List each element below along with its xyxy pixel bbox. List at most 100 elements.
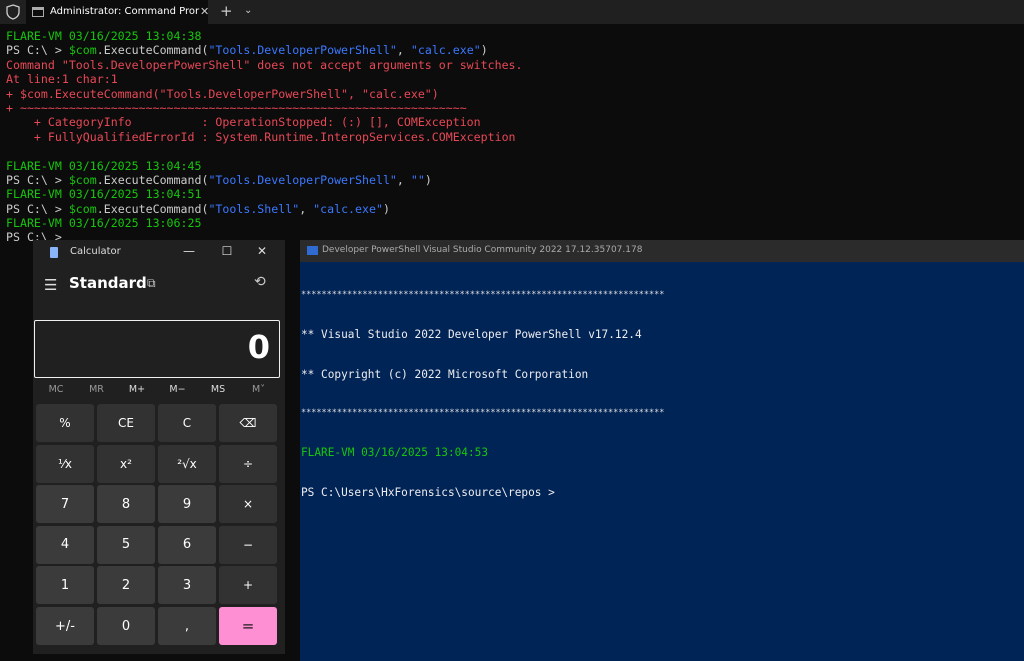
comma: , <box>396 172 411 187</box>
memory-button[interactable]: M− <box>158 384 198 395</box>
variable: $com <box>68 172 97 187</box>
calc-key[interactable]: % <box>36 404 94 442</box>
comma: , <box>299 201 314 216</box>
calc-key[interactable]: +/- <box>36 607 94 645</box>
string-arg: "" <box>410 172 425 187</box>
calculator-mode: Standard <box>69 274 147 292</box>
tab-dropdown-button[interactable]: ⌄ <box>244 5 252 16</box>
calc-key[interactable]: ⅟x <box>36 444 94 483</box>
prompt-timestamp: FLARE-VM 03/16/2025 13:04:51 <box>6 187 202 202</box>
memory-button[interactable]: MR <box>77 384 117 395</box>
tab-close-button[interactable]: ✕ <box>200 0 216 24</box>
history-icon[interactable]: ⟲ <box>254 274 266 290</box>
calc-key[interactable]: ²√x <box>158 444 216 483</box>
window-titlebar[interactable]: Developer PowerShell Visual Studio Commu… <box>300 240 1024 262</box>
hamburger-menu-icon[interactable]: ☰ <box>44 276 57 294</box>
minimize-button[interactable]: — <box>179 244 199 258</box>
calc-key[interactable]: 8 <box>97 485 155 524</box>
paren: ) <box>480 43 488 58</box>
paren: ) <box>424 172 432 187</box>
terminal-line: PS C:\ > $com.ExecuteCommand("Tools.Deve… <box>6 173 523 187</box>
comma: , <box>396 43 411 58</box>
prompt-timestamp: FLARE-VM 03/16/2025 13:04:45 <box>6 158 202 173</box>
calc-key[interactable]: + <box>219 566 277 605</box>
terminal-line: + $com.ExecuteCommand("Tools.DeveloperPo… <box>6 87 523 101</box>
calculator-titlebar[interactable]: Calculator — ☐ ✕ <box>33 240 285 266</box>
banner-line: ** Copyright (c) 2022 Microsoft Corporat… <box>301 367 589 381</box>
calc-key[interactable]: 9 <box>158 485 216 524</box>
powershell-icon <box>307 246 318 255</box>
calc-key[interactable]: 2 <box>97 566 155 605</box>
maximize-button[interactable]: ☐ <box>217 244 237 258</box>
tab-command-prompt[interactable]: Administrator: Command Pror <box>26 0 208 24</box>
terminal-tabbar: Administrator: Command Pror ✕ + ⌄ <box>0 0 1024 24</box>
variable: $com <box>68 43 97 58</box>
calc-key[interactable]: 5 <box>97 525 155 564</box>
new-tab-button[interactable]: + <box>220 2 233 20</box>
method: .ExecuteCommand( <box>96 43 209 58</box>
calc-key[interactable]: , <box>158 607 216 645</box>
calculator-app-icon <box>50 247 58 258</box>
terminal-line: PS C:\ > $com.ExecuteCommand("Tools.Shel… <box>6 202 523 216</box>
calc-key[interactable]: 3 <box>158 566 216 605</box>
calc-key[interactable]: ÷ <box>219 444 277 483</box>
error-text: Command "Tools.DeveloperPowerShell" does… <box>6 57 523 72</box>
error-text: At line:1 char:1 <box>6 72 118 87</box>
prompt: PS C:\ > <box>6 201 69 216</box>
terminal-icon <box>32 7 44 17</box>
window-title: Developer PowerShell Visual Studio Commu… <box>322 245 643 255</box>
terminal-line: + ~~~~~~~~~~~~~~~~~~~~~~~~~~~~~~~~~~~~~~… <box>6 101 523 115</box>
keep-on-top-icon[interactable]: ⧉ <box>147 276 156 291</box>
banner-separator: ****************************************… <box>301 408 665 419</box>
paren: ) <box>382 201 390 216</box>
calc-key[interactable]: 7 <box>36 485 94 524</box>
calculator-display: 0 <box>34 320 280 378</box>
string-arg: "Tools.DeveloperPowerShell" <box>208 172 397 187</box>
error-text: + FullyQualifiedErrorId : System.Runtime… <box>6 129 516 144</box>
terminal-line: FLARE-VM 03/16/2025 13:06:25 <box>6 216 523 230</box>
display-value: 0 <box>247 328 270 366</box>
variable: $com <box>68 201 97 216</box>
close-button[interactable]: ✕ <box>252 244 272 258</box>
terminal-line: FLARE-VM 03/16/2025 13:04:45 <box>6 159 523 173</box>
terminal-output[interactable]: FLARE-VM 03/16/2025 13:04:38 PS C:\ > $co… <box>6 29 523 245</box>
devshell-output[interactable]: ****************************************… <box>301 263 664 525</box>
memory-button[interactable]: M˅ <box>239 384 279 395</box>
terminal-line: + CategoryInfo : OperationStopped: (:) [… <box>6 115 523 129</box>
string-arg: "calc.exe" <box>410 43 481 58</box>
calculator-window[interactable]: Calculator — ☐ ✕ ☰ Standard ⧉ ⟲ 0 MC MR M+… <box>33 240 285 654</box>
memory-button[interactable]: M+ <box>117 384 157 395</box>
string-arg: "Tools.DeveloperPowerShell" <box>208 43 397 58</box>
close-icon: ✕ <box>200 5 210 18</box>
calc-key[interactable]: CE <box>97 404 155 442</box>
banner-separator: ****************************************… <box>301 290 665 301</box>
prompt: PS C:\ > <box>6 43 69 58</box>
developer-powershell-window[interactable]: Developer PowerShell Visual Studio Commu… <box>300 240 1024 661</box>
memory-button[interactable]: MC <box>36 384 76 395</box>
calc-key[interactable]: × <box>219 485 277 524</box>
prompt-timestamp: FLARE-VM 03/16/2025 13:04:38 <box>6 29 202 43</box>
memory-button[interactable]: MS <box>198 384 238 395</box>
calc-key[interactable]: 0 <box>97 607 155 645</box>
error-text: + $com.ExecuteCommand("Tools.DeveloperPo… <box>6 86 439 101</box>
calc-key[interactable]: ⌫ <box>219 404 277 442</box>
calc-key[interactable]: x² <box>97 444 155 483</box>
calc-key[interactable]: C <box>158 404 216 442</box>
shield-icon <box>6 4 20 20</box>
calc-key[interactable]: 4 <box>36 525 94 564</box>
error-text: + CategoryInfo : OperationStopped: (:) [… <box>6 115 481 130</box>
terminal-line: Command "Tools.DeveloperPowerShell" does… <box>6 58 523 72</box>
error-text: + ~~~~~~~~~~~~~~~~~~~~~~~~~~~~~~~~~~~~~~… <box>6 100 467 115</box>
calc-key[interactable]: 1 <box>36 566 94 605</box>
terminal-line: At line:1 char:1 <box>6 72 523 86</box>
string-arg: "Tools.Shell" <box>208 201 300 216</box>
terminal-line: PS C:\ > $com.ExecuteCommand("Tools.Deve… <box>6 43 523 57</box>
calc-key[interactable]: = <box>219 607 277 645</box>
calc-key[interactable]: − <box>219 525 277 564</box>
banner-line: ** Visual Studio 2022 Developer PowerShe… <box>301 328 642 342</box>
terminal-line: FLARE-VM 03/16/2025 13:04:51 <box>6 187 523 201</box>
prompt-timestamp: FLARE-VM 03/16/2025 13:04:53 <box>301 446 489 460</box>
prompt-line: PS C:\Users\HxForensics\source\repos > <box>301 485 555 499</box>
calc-key[interactable]: 6 <box>158 525 216 564</box>
